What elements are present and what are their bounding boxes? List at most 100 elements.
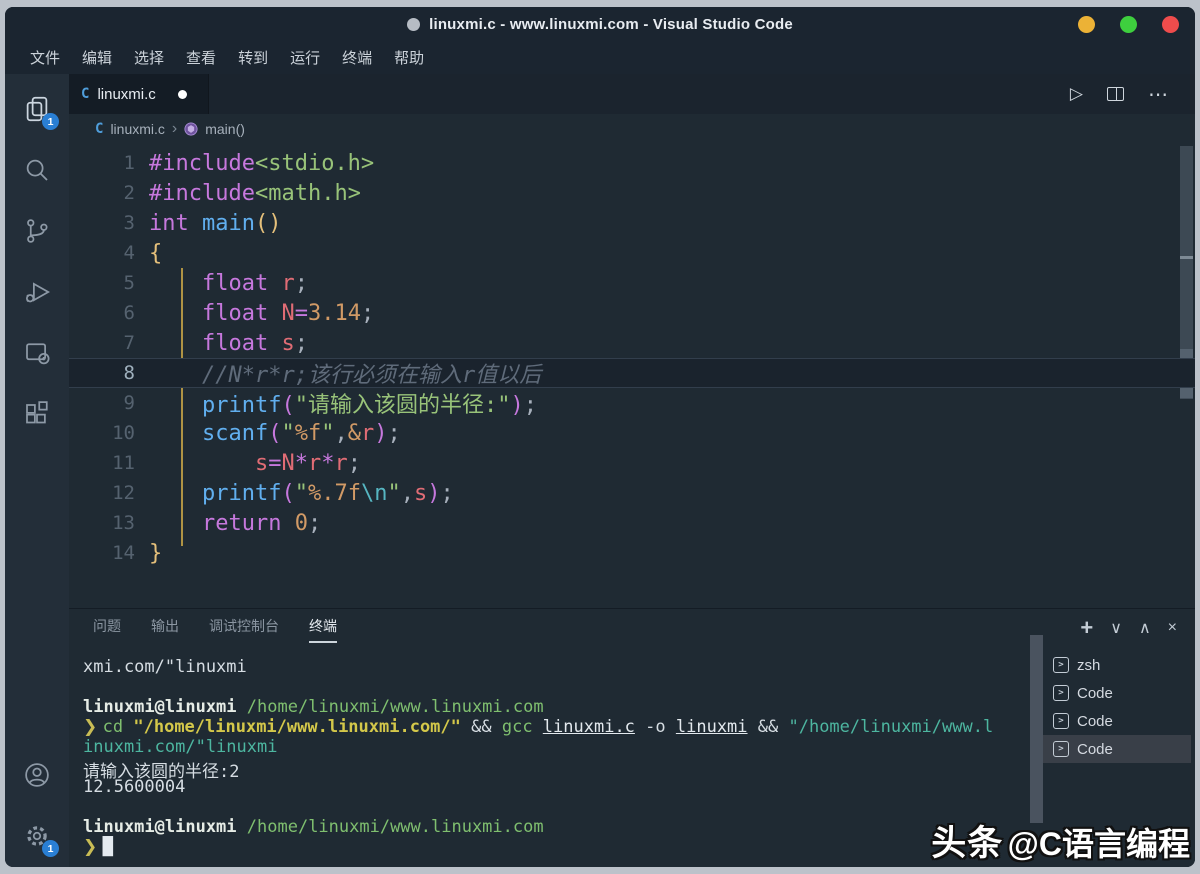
terminal-token: && [460, 717, 502, 737]
menu-item-2[interactable]: 编辑 [71, 43, 123, 72]
terminal-icon: > [1053, 713, 1069, 729]
menu-item-8[interactable]: 帮助 [383, 43, 435, 72]
terminal-token: inuxmi.com/"linuxmi [83, 737, 278, 757]
terminal-token: /home/linuxmi/www.linuxmi.com [246, 697, 544, 717]
code-token: r [360, 420, 375, 446]
line-number: 5 [123, 272, 135, 294]
menu-item-4[interactable]: 查看 [175, 43, 227, 72]
line-number: 9 [123, 392, 135, 414]
maximize-panel-icon[interactable]: ∧ [1139, 618, 1151, 638]
window-title-dot-icon [407, 17, 421, 31]
terminal-list-label: Code [1077, 712, 1113, 730]
panel-tab-bar: 问题 输出 调试控制台 终端 + ∨ ∧ × [69, 609, 1195, 649]
terminal-list-item-1[interactable]: > zsh [1043, 651, 1191, 679]
panel-tab-2[interactable]: 输出 [151, 616, 179, 643]
terminal-list-item-2[interactable]: > Code [1043, 679, 1191, 707]
terminal-dropdown-icon[interactable]: ∨ [1110, 618, 1122, 638]
close-panel-icon[interactable]: × [1168, 619, 1177, 637]
activity-bar: 1 1 [5, 74, 69, 867]
panel-tab-4[interactable]: 终端 [309, 616, 337, 643]
terminal-line-9: linuxmi@linuxmi /home/linuxmi/www.linuxm… [83, 817, 1035, 837]
terminal-scrollbar[interactable] [1030, 635, 1043, 823]
line-number: 8 [123, 362, 135, 384]
terminal-icon: > [1053, 685, 1069, 701]
menu-item-5[interactable]: 转到 [227, 43, 279, 72]
more-actions-icon[interactable]: ⋯ [1148, 82, 1169, 107]
code-token: ) [374, 420, 388, 446]
code-token: "请输入该圆的半径:" [294, 393, 511, 418]
menu-item-1[interactable]: 文件 [19, 43, 71, 72]
menu-item-7[interactable]: 终端 [331, 43, 383, 72]
code-token: ; [307, 510, 322, 536]
code-token: main [202, 210, 255, 236]
search-icon[interactable] [15, 147, 59, 193]
code-token: { [149, 240, 163, 266]
minimize-button[interactable] [1078, 16, 1095, 33]
terminal-line-3: linuxmi@linuxmi /home/linuxmi/www.linuxm… [83, 697, 1035, 717]
code-token: ; [523, 393, 537, 418]
split-editor-icon[interactable] [1107, 87, 1124, 101]
menu-item-3[interactable]: 选择 [123, 43, 175, 72]
code-token: ( [281, 393, 295, 418]
terminal-list-item-3[interactable]: > Code [1043, 707, 1191, 735]
breadcrumb-symbol[interactable]: main() [205, 121, 245, 137]
code-token: , [334, 420, 348, 446]
code-token: <stdio.h> [254, 150, 375, 176]
titlebar[interactable]: linuxmi.c - www.linuxmi.com - Visual Stu… [5, 7, 1195, 41]
terminal-token: linuxmi.c [542, 717, 635, 737]
remote-explorer-icon[interactable] [15, 330, 59, 376]
code-editor[interactable]: 1 #include<stdio.h> 2 #include<math.h> 3 int … [69, 144, 1195, 608]
close-button[interactable] [1162, 16, 1179, 33]
maximize-button[interactable] [1120, 16, 1137, 33]
settings-gear-icon[interactable]: 1 [15, 813, 59, 859]
code-line-9: 9 printf("请输入该圆的半径:"); [69, 388, 1195, 418]
code-line-4: 4{ [69, 238, 1195, 268]
account-icon[interactable] [15, 752, 59, 798]
run-and-debug-icon[interactable] [15, 269, 59, 315]
menu-item-6[interactable]: 运行 [279, 43, 331, 72]
terminal-icon: > [1053, 657, 1069, 673]
code-line-7: 7 float s; [69, 328, 1195, 358]
watermark-brand: 头条 [931, 824, 1004, 863]
terminal-line-8 [83, 797, 1035, 817]
line-number: 4 [123, 242, 135, 264]
code-token: scanf [201, 420, 269, 446]
extensions-icon[interactable] [15, 391, 59, 437]
code-token: * [321, 450, 335, 476]
code-token: float [201, 270, 269, 296]
code-line-12: 12 printf("%.7f\n",s); [69, 478, 1195, 508]
code-token: s [254, 450, 269, 476]
breadcrumb-c-file-icon: C [95, 121, 104, 137]
terminal-token: ❯ [83, 837, 103, 857]
code-line-3: 3 int main() [69, 208, 1195, 238]
terminal-output[interactable]: xmi.com/"linuxmi linuxmi@linuxmi /home/li… [69, 649, 1035, 867]
terminal-token: "/home/linuxmi/www.l [788, 717, 994, 737]
code-token: () [254, 210, 282, 236]
run-file-icon[interactable]: ▷ [1070, 84, 1083, 104]
line-number: 14 [112, 542, 135, 564]
code-token: float [201, 330, 269, 356]
c-file-icon: C [81, 86, 90, 102]
code-line-6: 6 float N=3.14; [69, 298, 1195, 328]
breadcrumb-file[interactable]: linuxmi.c [110, 121, 164, 137]
explorer-badge: 1 [42, 113, 59, 130]
code-token: ( [281, 480, 295, 506]
source-control-icon[interactable] [15, 208, 59, 254]
code-token: ; [360, 300, 375, 326]
panel-tab-3[interactable]: 调试控制台 [209, 616, 279, 643]
new-terminal-icon[interactable]: + [1080, 615, 1093, 641]
code-token: printf [201, 480, 282, 506]
code-line-14: 14} [69, 538, 1195, 568]
tab-linuxmi-c[interactable]: C linuxmi.c [69, 74, 209, 114]
explorer-icon[interactable]: 1 [15, 86, 59, 132]
terminal-list-item-4[interactable]: > Code [1043, 735, 1191, 763]
panel-tab-1[interactable]: 问题 [93, 616, 121, 643]
